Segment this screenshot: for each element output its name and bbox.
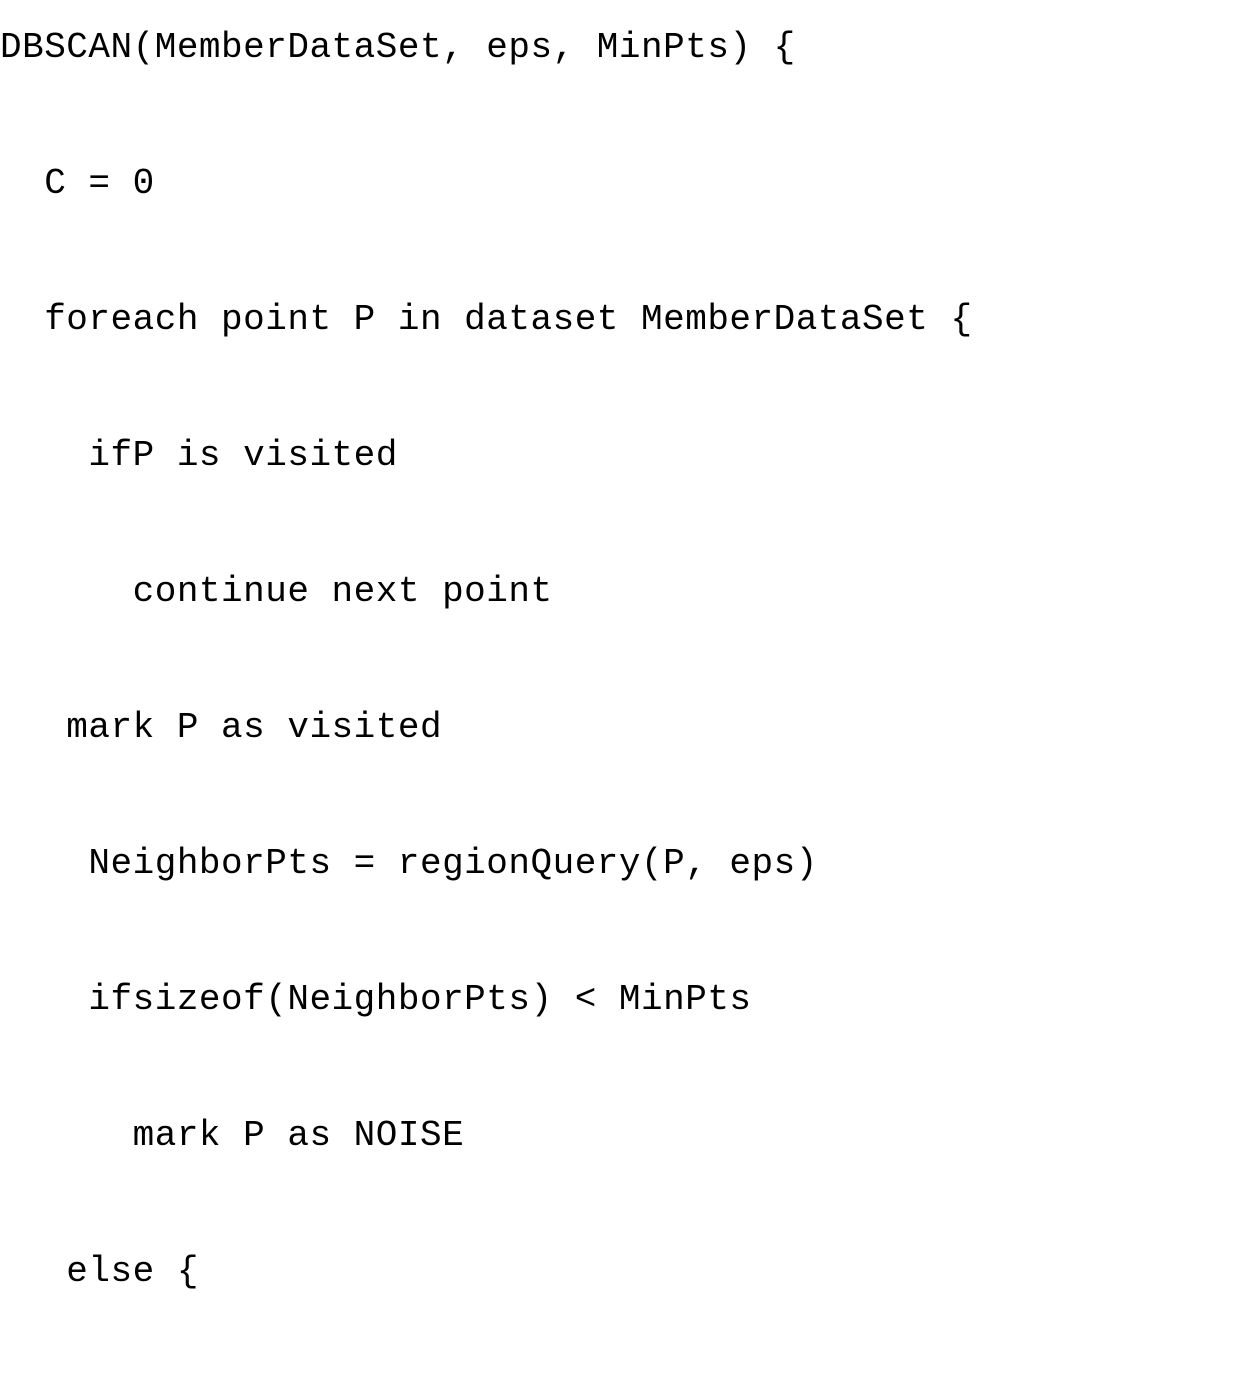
- code-line: mark P as visited: [0, 710, 1240, 746]
- code-line: DBSCAN(MemberDataSet, eps, MinPts) {: [0, 30, 1240, 66]
- code-line: ifsizeof(NeighborPts) < MinPts: [0, 982, 1240, 1018]
- code-line: NeighborPts = regionQuery(P, eps): [0, 846, 1240, 882]
- code-line: mark P as NOISE: [0, 1118, 1240, 1154]
- code-line: continue next point: [0, 574, 1240, 610]
- code-line: C = 0: [0, 166, 1240, 202]
- code-block: DBSCAN(MemberDataSet, eps, MinPts) { C =…: [0, 0, 1240, 1290]
- code-line: else {: [0, 1254, 1240, 1290]
- code-line: ifP is visited: [0, 438, 1240, 474]
- code-line: foreach point P in dataset MemberDataSet…: [0, 302, 1240, 338]
